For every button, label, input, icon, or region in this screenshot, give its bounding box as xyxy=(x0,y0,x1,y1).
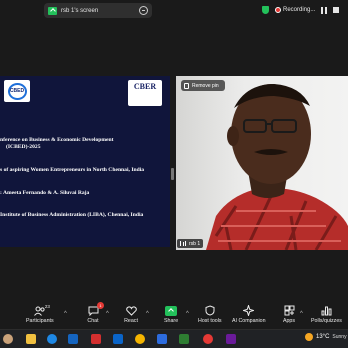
slide-conference-title: nference on Business & Economic Developm… xyxy=(0,137,114,143)
share-icon-wrap xyxy=(164,305,178,316)
participants-label: Participants xyxy=(26,318,54,324)
chrome-icon[interactable] xyxy=(135,334,145,344)
os-taskbar: 13°C Sunny xyxy=(0,329,348,348)
widget-icon[interactable] xyxy=(3,334,13,344)
sun-icon xyxy=(305,333,313,341)
screen-share-label: rsb 1's screen xyxy=(61,7,99,14)
share-screen-green-icon xyxy=(165,305,178,316)
mail-icon[interactable] xyxy=(68,334,78,344)
split-resize-handle[interactable] xyxy=(171,168,174,180)
audio-level-icon xyxy=(180,241,186,246)
participants-icon: 23 xyxy=(33,304,50,316)
cbed-logo-text: CBED xyxy=(7,82,27,100)
slide-conference-year: (ICBED)-2025 xyxy=(6,144,41,150)
share-label: Share xyxy=(164,318,179,324)
react-caret-icon[interactable]: ^ xyxy=(146,311,149,317)
pin-icon xyxy=(184,82,189,89)
shield-icon xyxy=(203,305,217,316)
weather-widget[interactable]: 13°C Sunny xyxy=(305,333,347,341)
pause-recording-icon[interactable] xyxy=(321,6,328,14)
zoom-icon[interactable] xyxy=(157,334,167,344)
share-screen-icon xyxy=(48,6,57,15)
share-button[interactable]: Share xyxy=(164,305,178,324)
meeting-toolbar: 23 Participants ^ 1 Chat ^ React ^ Share… xyxy=(0,302,348,328)
participant-name-tag: rsb 1 xyxy=(177,239,204,248)
chat-badge: 1 xyxy=(97,302,104,309)
participants-count: 23 xyxy=(44,304,50,309)
slide-institute: Institute of Business Administration (LI… xyxy=(0,212,144,218)
polls-button[interactable]: Polls/quizzes xyxy=(311,305,342,324)
cbed-logo: CBED xyxy=(4,80,30,102)
wps-icon[interactable] xyxy=(203,334,213,344)
participant-video[interactable] xyxy=(176,76,348,250)
host-tools-label: Host tools xyxy=(198,318,222,324)
share-caret-icon[interactable]: ^ xyxy=(186,311,189,317)
chat-label: Chat xyxy=(87,318,99,324)
recording-label: Recording... xyxy=(283,7,316,13)
sparkle-icon xyxy=(242,305,256,316)
recording-status: Recording... xyxy=(262,4,340,16)
slide-authors: : Ameeta Fernando & A. Siluvai Raja xyxy=(0,190,90,196)
apps-button[interactable]: Apps xyxy=(282,305,296,324)
apps-label: Apps xyxy=(282,318,296,324)
react-button[interactable]: React xyxy=(124,305,138,324)
weather-temperature: 13°C xyxy=(316,334,330,340)
participants-caret-icon[interactable]: ^ xyxy=(64,311,67,317)
host-tools-button[interactable]: Host tools xyxy=(198,305,222,324)
polls-icon xyxy=(319,305,333,316)
green-app-icon[interactable] xyxy=(179,334,189,344)
chat-icon: 1 xyxy=(86,302,104,316)
minimize-share-icon[interactable] xyxy=(139,6,148,15)
participant-person xyxy=(206,84,348,250)
weather-description: Sunny xyxy=(332,334,347,340)
react-label: React xyxy=(124,318,138,324)
ai-companion-button[interactable]: AI Companion xyxy=(232,305,266,324)
chat-button[interactable]: 1 Chat xyxy=(86,302,104,324)
outlook-icon[interactable] xyxy=(113,334,123,344)
security-shield-icon[interactable] xyxy=(262,6,269,14)
cber-logo-text: CBER xyxy=(133,82,157,91)
apps-icon xyxy=(282,305,296,316)
remove-pin-button[interactable]: Remove pin xyxy=(181,80,225,91)
chat-caret-icon[interactable]: ^ xyxy=(106,311,109,317)
ai-companion-label: AI Companion xyxy=(232,318,266,324)
participants-button[interactable]: 23 Participants xyxy=(26,304,54,324)
media-app-icon[interactable] xyxy=(91,334,101,344)
cber-logo-subtext: ​ xyxy=(130,92,160,95)
cber-logo: CBER ​ xyxy=(128,80,162,106)
shared-screen-slide: CBED CBER ​ nference on Business & Econo… xyxy=(0,76,170,247)
meeting-window: rsb 1's screen Recording... CBED CBER ​ … xyxy=(0,0,348,348)
file-explorer-icon[interactable] xyxy=(26,334,36,344)
edge-browser-icon[interactable] xyxy=(47,334,57,344)
top-bar: rsb 1's screen Recording... xyxy=(0,0,348,20)
remove-pin-label: Remove pin xyxy=(192,82,219,89)
teams-icon[interactable] xyxy=(226,334,236,344)
screen-share-indicator[interactable]: rsb 1's screen xyxy=(44,3,152,18)
stop-recording-icon[interactable] xyxy=(333,7,340,13)
apps-caret-icon[interactable]: ^ xyxy=(300,311,303,317)
heart-icon xyxy=(124,305,138,316)
polls-label: Polls/quizzes xyxy=(311,318,342,324)
participant-name: rsb 1 xyxy=(189,240,201,247)
slide-paper-title: s of aspiring Women Entrepreneurs in Nor… xyxy=(0,167,145,173)
record-dot-icon xyxy=(275,7,281,13)
